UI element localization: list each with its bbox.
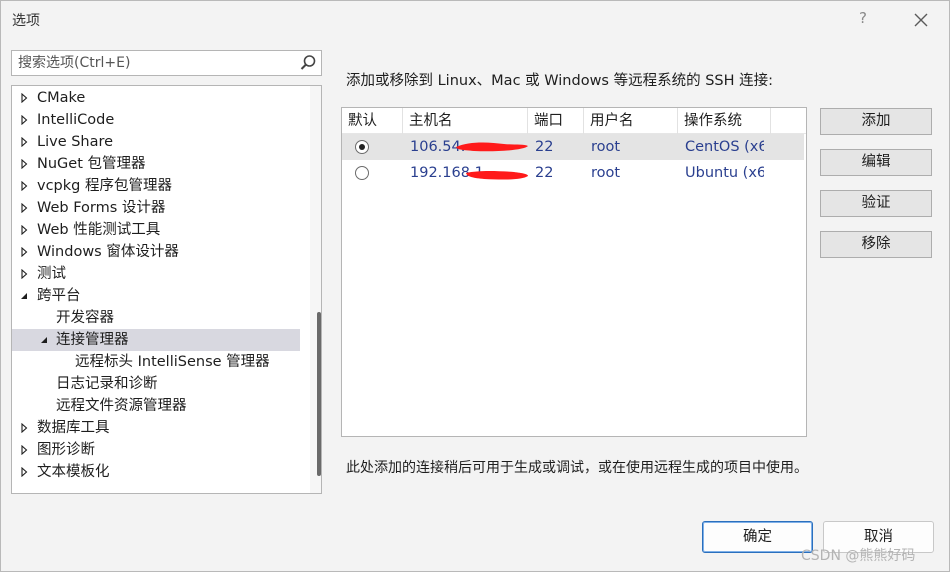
column-os[interactable]: 操作系统	[678, 108, 771, 134]
tree-item-label: vcpkg 程序包管理器	[37, 178, 172, 194]
search-field[interactable]	[11, 50, 322, 76]
tree-item[interactable]: 远程标头 IntelliSense 管理器	[12, 351, 300, 373]
connection-row[interactable]: 106.54. 22 root CentOS (x6	[342, 134, 804, 160]
tree-item[interactable]: 开发容器	[12, 307, 300, 329]
os-cell: Ubuntu (x6	[685, 165, 764, 181]
tree-item[interactable]: 日志记录和诊断	[12, 373, 300, 395]
collapsed-arrow-icon[interactable]	[18, 417, 30, 439]
ok-button[interactable]: 确定	[702, 521, 813, 553]
tree-item-label: 日志记录和诊断	[56, 376, 158, 392]
tree-item[interactable]: IntelliCode	[12, 109, 300, 131]
tree-item-label: Live Share	[37, 134, 114, 150]
expanded-arrow-icon[interactable]	[18, 285, 30, 307]
search-input[interactable]	[12, 51, 292, 75]
port-cell: 22	[535, 139, 554, 155]
title-bar: 选项 ?	[1, 1, 949, 39]
collapsed-arrow-icon[interactable]	[18, 241, 30, 263]
tree-item[interactable]: vcpkg 程序包管理器	[12, 175, 300, 197]
column-port[interactable]: 端口	[528, 108, 584, 134]
tree-item-label: 远程文件资源管理器	[56, 398, 187, 414]
tree-item-label: IntelliCode	[37, 112, 115, 128]
options-tree[interactable]: 文本模板化 图形诊断 数据库工具 远程文件资源管理器 日志记录和诊断 远程标头 Intel…	[11, 85, 322, 494]
remove-button[interactable]: 移除	[820, 231, 932, 258]
close-icon	[914, 13, 928, 27]
column-hostname[interactable]: 主机名	[403, 108, 528, 134]
tree-item-label: 跨平台	[37, 288, 81, 304]
collapsed-arrow-icon[interactable]	[18, 439, 30, 461]
tree-item-label: Web 性能测试工具	[37, 222, 161, 238]
tree-item-label: CMake	[37, 90, 86, 106]
user-cell: root	[591, 139, 621, 155]
tree-item[interactable]: 跨平台	[12, 285, 300, 307]
collapsed-arrow-icon[interactable]	[18, 87, 30, 109]
tree-item-label: 测试	[37, 266, 66, 282]
tree-item[interactable]: Windows 窗体设计器	[12, 241, 300, 263]
column-username[interactable]: 用户名	[584, 108, 678, 134]
connection-row[interactable]: 192.168.1 22 root Ubuntu (x6	[342, 160, 804, 186]
window-title: 选项	[12, 13, 40, 29]
section-description: 添加或移除到 Linux、Mac 或 Windows 等远程系统的 SSH 连接…	[346, 73, 774, 89]
tree-item-label: Windows 窗体设计器	[37, 244, 179, 260]
tree-item[interactable]: Live Share	[12, 131, 300, 153]
tree-item[interactable]: 连接管理器	[12, 329, 300, 351]
default-radio[interactable]	[355, 140, 369, 154]
collapsed-arrow-icon[interactable]	[18, 263, 30, 285]
verify-button[interactable]: 验证	[820, 190, 932, 217]
connection-note: 此处添加的连接稍后可用于生成或调试，或在使用远程生成的项目中使用。	[346, 460, 808, 476]
tree-scrollbar-thumb[interactable]	[317, 312, 321, 476]
tree-item-label: NuGet 包管理器	[37, 156, 146, 172]
collapsed-arrow-icon[interactable]	[18, 131, 30, 153]
user-cell: root	[591, 165, 621, 181]
collapsed-arrow-icon[interactable]	[18, 109, 30, 131]
tree-item[interactable]: NuGet 包管理器	[12, 153, 300, 175]
tree-item[interactable]: 测试	[12, 263, 300, 285]
tree-item[interactable]: 图形诊断	[12, 439, 300, 461]
connection-list[interactable]: 默认 主机名 端口 用户名 操作系统 106.54. 22 root CentO…	[341, 107, 807, 437]
tree-item-label: 数据库工具	[37, 420, 110, 436]
collapsed-arrow-icon[interactable]	[18, 153, 30, 175]
collapsed-arrow-icon[interactable]	[18, 197, 30, 219]
add-button[interactable]: 添加	[820, 108, 932, 135]
tree-item-label: 连接管理器	[56, 332, 129, 348]
tree-item[interactable]: Web 性能测试工具	[12, 219, 300, 241]
port-cell: 22	[535, 165, 554, 181]
tree-item[interactable]: Web Forms 设计器	[12, 197, 300, 219]
tree-item-label: 远程标头 IntelliSense 管理器	[75, 354, 270, 370]
default-radio[interactable]	[355, 166, 369, 180]
tree-item-label: Web Forms 设计器	[37, 200, 166, 216]
tree-item[interactable]: 文本模板化	[12, 461, 300, 483]
os-cell: CentOS (x6	[685, 139, 764, 155]
tree-item-label: 图形诊断	[37, 442, 95, 458]
watermark: CSDN @熊熊好码	[801, 548, 916, 564]
tree-item-label: 文本模板化	[37, 464, 110, 480]
connection-list-header: 默认 主机名 端口 用户名 操作系统	[342, 108, 806, 134]
tree-item[interactable]: CMake	[12, 87, 300, 109]
search-icon[interactable]	[299, 54, 317, 72]
redaction-mark	[466, 171, 528, 180]
collapsed-arrow-icon[interactable]	[18, 219, 30, 241]
collapsed-arrow-icon[interactable]	[18, 461, 30, 483]
edit-button[interactable]: 编辑	[820, 149, 932, 176]
tree-item-label: 开发容器	[56, 310, 114, 326]
expanded-arrow-icon[interactable]	[38, 329, 50, 351]
help-button[interactable]: ?	[853, 9, 873, 31]
tree-item[interactable]: 远程文件资源管理器	[12, 395, 300, 417]
column-default[interactable]: 默认	[342, 108, 403, 134]
options-dialog: 选项 ? 文本模板化 图形诊断 数据库工具 远程文件资源管理器日志记录和诊断 远程标头 …	[0, 0, 950, 572]
redaction-mark	[456, 142, 528, 152]
tree-item[interactable]: 数据库工具	[12, 417, 300, 439]
close-button[interactable]	[908, 7, 934, 33]
collapsed-arrow-icon[interactable]	[18, 175, 30, 197]
